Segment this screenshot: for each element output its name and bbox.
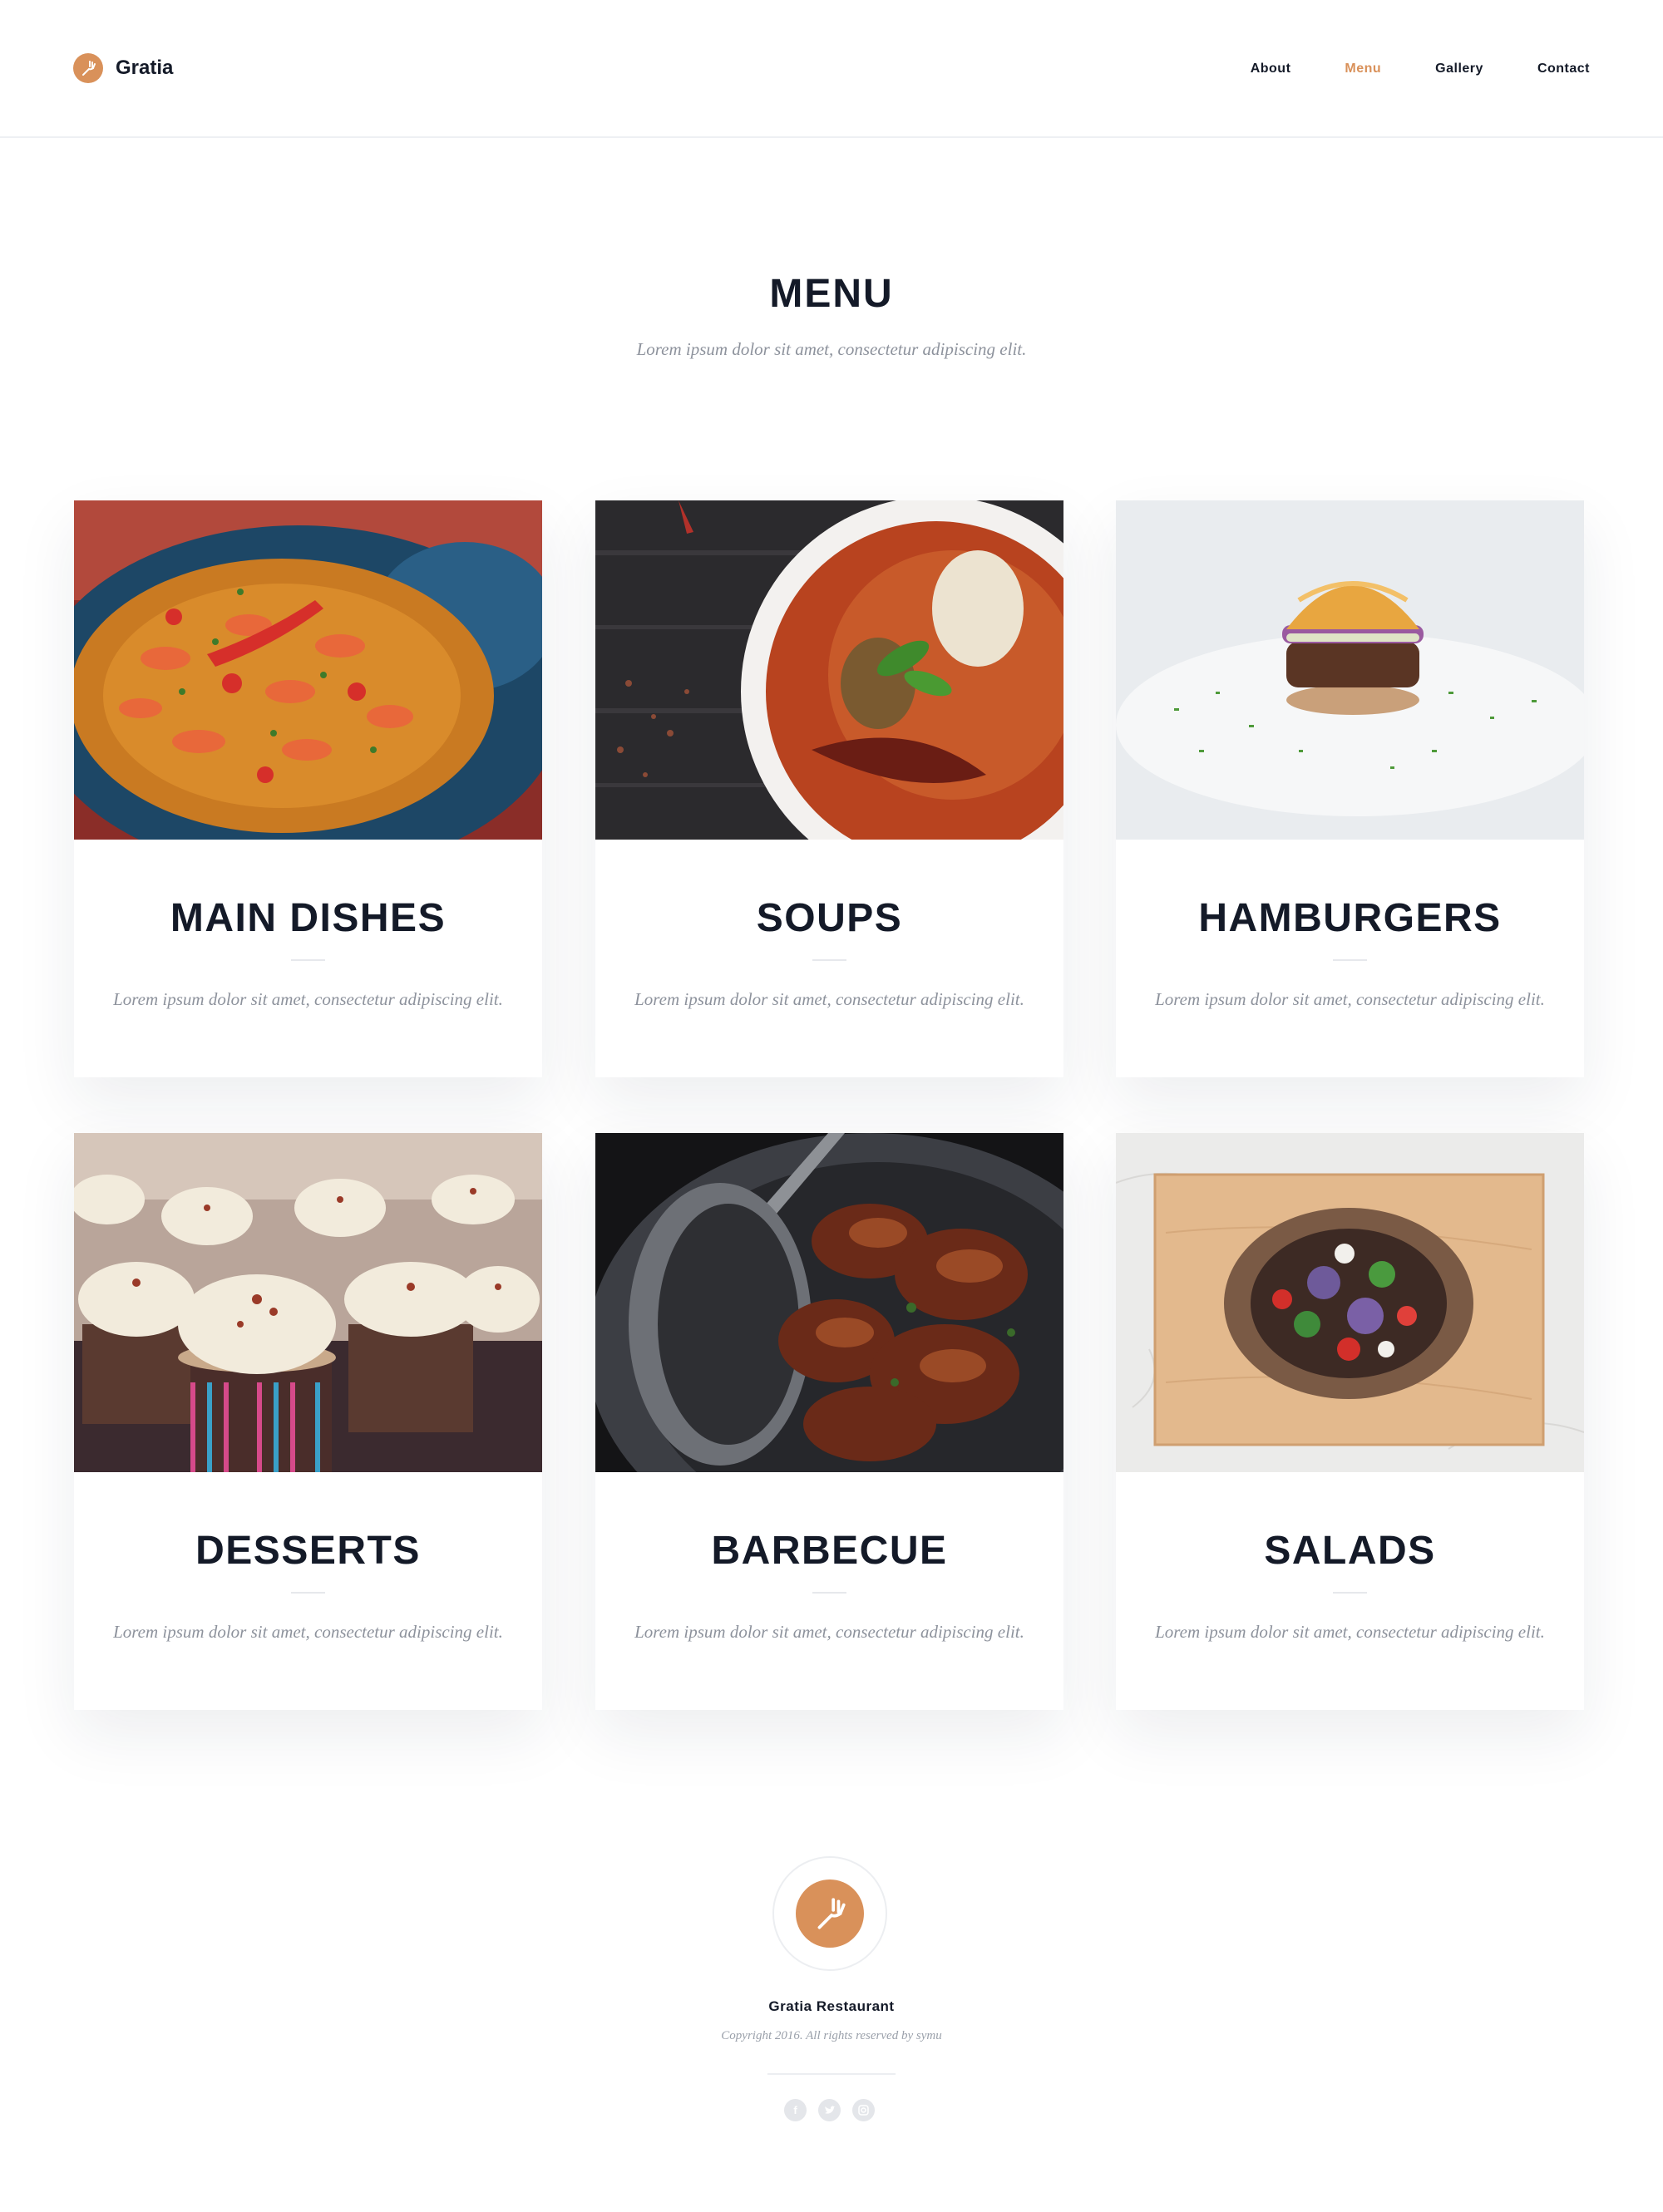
menu-card-desserts[interactable]: DESSERTS Lorem ipsum dolor sit amet, con… [74,1133,542,1710]
brand-logo[interactable]: Gratia [73,53,173,83]
footer-restaurant-name: Gratia Restaurant [768,1998,895,2014]
footer-divider [767,2073,896,2075]
page-title: MENU [769,272,894,316]
page: Gratia About Menu Gallery Contact MENU L… [0,0,1663,2212]
card-description: Lorem ipsum dolor sit amet, consectetur … [113,1622,503,1642]
card-title: HAMBURGERS [1198,896,1502,940]
card-divider [812,959,846,961]
brand-name: Gratia [116,57,174,79]
social-links: f [784,2099,886,2121]
menu-card-barbecue[interactable]: BARBECUE Lorem ipsum dolor sit amet, con… [595,1133,1063,1710]
nav-menu[interactable]: Menu [1345,62,1381,76]
card-title: SOUPS [756,896,903,940]
card-description: Lorem ipsum dolor sit amet, consectetur … [634,1622,1024,1642]
bbq-pan-photo [595,1133,1063,1472]
soup-bowl-photo [595,500,1063,840]
card-description: Lorem ipsum dolor sit amet, consectetur … [634,989,1024,1009]
page-subtitle: Lorem ipsum dolor sit amet, consectetur … [636,339,1027,359]
card-title: DESSERTS [195,1529,421,1573]
main-nav: About Menu Gallery Contact [1197,62,1590,76]
twitter-icon[interactable] [818,2099,841,2121]
card-description: Lorem ipsum dolor sit amet, consectetur … [1155,1622,1545,1642]
menu-card-salads[interactable]: SALADS Lorem ipsum dolor sit amet, conse… [1116,1133,1584,1710]
facebook-icon[interactable]: f [784,2099,807,2121]
site-header: Gratia About Menu Gallery Contact [0,0,1663,138]
card-divider [812,1592,846,1594]
card-divider [291,959,325,961]
card-divider [291,1592,325,1594]
card-title: BARBECUE [711,1529,948,1573]
menu-card-soups[interactable]: SOUPS Lorem ipsum dolor sit amet, consec… [595,500,1063,1077]
salad-bowl-photo [1116,1133,1584,1472]
card-title: MAIN DISHES [170,896,447,940]
fork-icon [73,53,103,83]
nav-gallery[interactable]: Gallery [1435,62,1483,76]
card-divider [1333,1592,1367,1594]
paella-photo [74,500,542,840]
nav-about[interactable]: About [1251,62,1291,76]
card-divider [1333,959,1367,961]
footer-copyright: Copyright 2016. All rights reserved by s… [721,2029,942,2042]
menu-card-hamburgers[interactable]: HAMBURGERS Lorem ipsum dolor sit amet, c… [1116,500,1584,1077]
cupcakes-photo [74,1133,542,1472]
instagram-icon[interactable] [852,2099,875,2121]
nav-contact[interactable]: Contact [1537,62,1590,76]
card-description: Lorem ipsum dolor sit amet, consectetur … [113,989,503,1009]
burger-photo [1116,500,1584,840]
card-title: SALADS [1264,1529,1436,1573]
menu-card-main-dishes[interactable]: MAIN DISHES Lorem ipsum dolor sit amet, … [74,500,542,1077]
footer-logo[interactable] [772,1856,887,1971]
card-description: Lorem ipsum dolor sit amet, consectetur … [1155,989,1545,1009]
fork-icon [796,1879,864,1948]
